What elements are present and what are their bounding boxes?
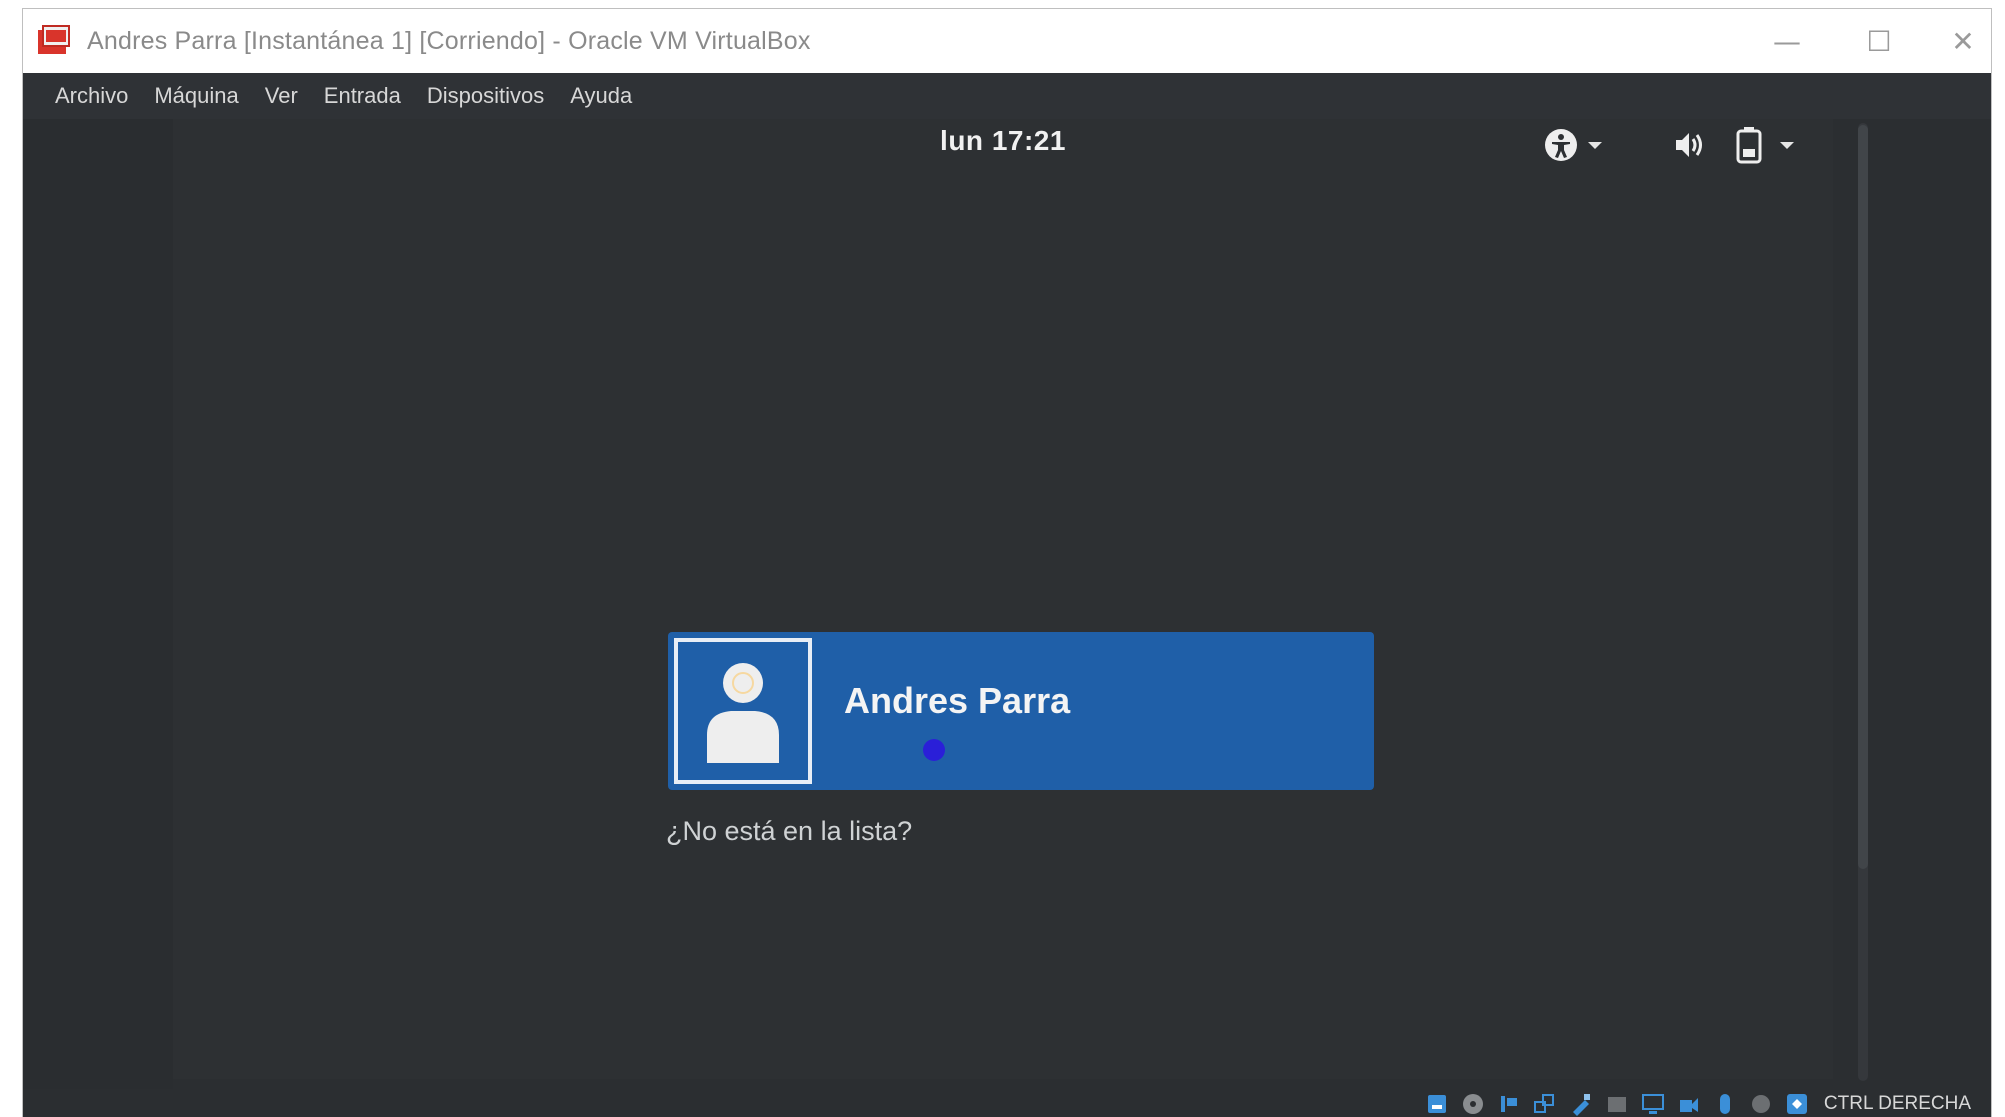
chevron-down-icon[interactable]: [1585, 127, 1605, 163]
virtualbox-window: Andres Parra [Instantánea 1] [Corriendo]…: [22, 8, 1992, 1117]
menu-ver[interactable]: Ver: [253, 83, 312, 109]
shared-folders-icon[interactable]: [1602, 1090, 1632, 1117]
vertical-scrollbar[interactable]: [1849, 119, 1877, 1089]
virtualbox-logo-icon: [38, 25, 70, 54]
clock[interactable]: lun 17:21: [173, 125, 1833, 157]
window-title: Andres Parra [Instantánea 1] [Corriendo]…: [87, 27, 811, 55]
chevron-down-icon[interactable]: [1777, 127, 1797, 163]
keyboard-capture-icon[interactable]: [1782, 1090, 1812, 1117]
menu-entrada[interactable]: Entrada: [312, 83, 415, 109]
volume-icon[interactable]: [1671, 127, 1707, 163]
cpu-icon[interactable]: [1746, 1090, 1776, 1117]
guest-display[interactable]: lun 17:21 Andres Parra ¿No está en la li…: [23, 119, 1971, 1089]
user-name: Andres Parra: [844, 680, 1071, 721]
user-list-item[interactable]: Andres Parra: [668, 632, 1374, 790]
recording-icon[interactable]: [1674, 1090, 1704, 1117]
close-button[interactable]: ✕: [1933, 19, 1993, 63]
user-avatar-icon: [674, 638, 812, 784]
menu-ayuda[interactable]: Ayuda: [558, 83, 646, 109]
mouse-integration-icon[interactable]: [1710, 1090, 1740, 1117]
login-screen: lun 17:21 Andres Parra ¿No está en la li…: [173, 119, 1833, 1079]
display-icon[interactable]: [1638, 1090, 1668, 1117]
usb-icon[interactable]: [1566, 1090, 1596, 1117]
not-listed-link[interactable]: ¿No está en la lista?: [666, 816, 912, 847]
minimize-button[interactable]: —: [1757, 19, 1817, 63]
menu-dispositivos[interactable]: Dispositivos: [415, 83, 558, 109]
menu-bar: Archivo Máquina Ver Entrada Dispositivos…: [23, 73, 1991, 119]
title-bar: Andres Parra [Instantánea 1] [Corriendo]…: [23, 9, 1991, 73]
maximize-button[interactable]: ☐: [1849, 19, 1909, 63]
status-bar: CTRL DERECHA: [23, 1089, 1991, 1117]
battery-icon[interactable]: [1733, 127, 1765, 164]
menu-maquina[interactable]: Máquina: [142, 83, 252, 109]
audio-icon[interactable]: [1494, 1090, 1524, 1117]
host-key-label: CTRL DERECHA: [1823, 1092, 1971, 1114]
mouse-cursor: [923, 739, 945, 761]
guest-margin: [23, 119, 173, 1089]
hard-disk-icon[interactable]: [1422, 1090, 1452, 1117]
accessibility-icon[interactable]: [1543, 127, 1579, 163]
network-icon[interactable]: [1530, 1090, 1560, 1117]
menu-archivo[interactable]: Archivo: [43, 83, 142, 109]
scrollbar-thumb[interactable]: [1858, 125, 1868, 869]
optical-drive-icon[interactable]: [1458, 1090, 1488, 1117]
